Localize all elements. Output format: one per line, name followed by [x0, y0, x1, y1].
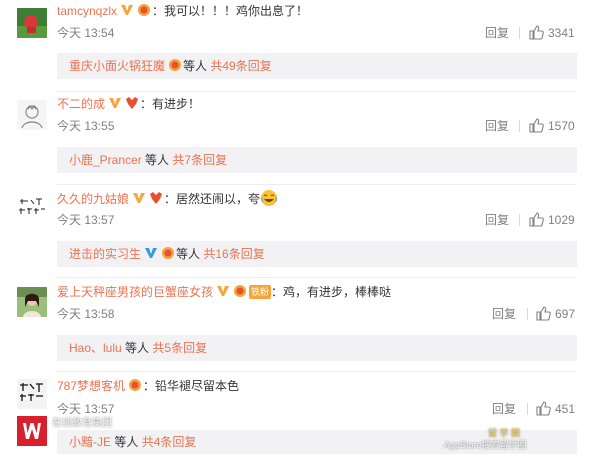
sub-reply-count[interactable]: 共16条回复 — [203, 247, 264, 261]
comment-time: 今天 13:58 — [57, 307, 115, 321]
fan-badge: 铁粉 — [249, 285, 272, 299]
like-button[interactable]: 1029 — [529, 212, 575, 228]
username[interactable]: 787梦想客机 — [57, 379, 125, 393]
like-count: 697 — [555, 307, 576, 321]
avatar[interactable] — [17, 287, 47, 317]
comment-text: ：有进步！ — [140, 97, 201, 111]
watermark-logo — [17, 416, 47, 446]
username[interactable]: 不二的成 — [57, 97, 105, 111]
reply-button[interactable]: 回复 — [492, 306, 516, 322]
like-count: 1029 — [548, 213, 575, 227]
sub-reply-user[interactable]: 小鹿_Prancer — [69, 153, 142, 167]
laugh-emoji-icon — [260, 189, 278, 207]
comment-item: 不二的成 ：有进步！ 今天 13:55 回复 1570 小鹿_Prancer 等人… — [0, 92, 594, 185]
avatar-image — [17, 192, 47, 222]
avatar[interactable] — [17, 100, 47, 130]
reply-button[interactable]: 回复 — [492, 401, 516, 417]
avatar[interactable] — [17, 192, 47, 222]
vip-v-icon — [216, 284, 230, 298]
comment-time: 今天 13:55 — [57, 119, 115, 133]
sub-reply-user[interactable]: Hao、lulu — [69, 341, 122, 355]
thumb-up-icon — [529, 118, 544, 133]
vip-v-icon — [144, 243, 158, 258]
vip-v-icon — [120, 3, 134, 17]
avatar-image — [17, 8, 47, 38]
logo-w-icon — [17, 416, 47, 446]
comment-item: 久久的九姑娘 ：居然还闹以，夸 今天 13:57 回复 1029 进击的实习生 等人… — [0, 185, 594, 278]
avatar-image — [17, 287, 47, 317]
like-count: 3341 — [548, 26, 575, 40]
watermark-text: 在线教育集团 — [52, 418, 112, 429]
thumb-up-icon — [536, 401, 551, 416]
sub-reply-count[interactable]: 共4条回复 — [142, 435, 197, 449]
comment-time: 今天 13:54 — [57, 26, 115, 40]
reply-button[interactable]: 回复 — [485, 25, 509, 41]
sub-reply-suffix: 等人 — [183, 59, 208, 73]
sub-reply-count[interactable]: 共5条回复 — [152, 341, 207, 355]
sub-replies[interactable]: Hao、lulu 等人 共5条回复 — [57, 335, 577, 361]
sub-reply-count[interactable]: 共7条回复 — [172, 153, 227, 167]
sub-replies[interactable]: 重庆小面火锅狂魔 等人 共49条回复 — [57, 53, 577, 79]
sub-reply-suffix: 等人 — [176, 247, 201, 261]
divider — [519, 120, 520, 132]
comment-text: ：居然还闹以，夸 — [164, 192, 261, 206]
watermark-app: AppStore搜索留学圈 — [444, 440, 527, 450]
divider — [527, 308, 528, 320]
sub-reply-count[interactable]: 共49条回复 — [210, 59, 271, 73]
medal-icon — [136, 3, 152, 17]
sub-replies[interactable]: 小鹿_Prancer 等人 共7条回复 — [57, 147, 577, 173]
avatar-image — [17, 379, 47, 409]
like-button[interactable]: 451 — [536, 401, 575, 417]
reply-button[interactable]: 回复 — [485, 118, 509, 134]
like-count: 451 — [555, 402, 576, 416]
sub-replies[interactable]: 进击的实习生 等人 共16条回复 — [57, 241, 577, 267]
avatar[interactable] — [17, 379, 47, 409]
thumb-up-icon — [529, 25, 544, 40]
vip-v-icon — [132, 191, 146, 205]
comment-text: ：我可以！！！鸡你出息了！ — [152, 4, 309, 18]
comment-time: 今天 13:57 — [57, 213, 115, 227]
username[interactable]: 爱上天秤座男孩的巨蟹座女孩 — [57, 285, 213, 299]
sub-reply-suffix: 等人 — [114, 435, 139, 449]
sub-reply-user[interactable]: 重庆小面火锅狂魔 — [69, 59, 165, 73]
username[interactable]: 久久的九姑娘 — [57, 192, 129, 206]
vip-v-icon — [108, 96, 122, 110]
like-button[interactable]: 3341 — [529, 25, 575, 41]
sub-reply-suffix: 等人 — [145, 153, 170, 167]
avatar-image — [17, 100, 47, 130]
sub-reply-user[interactable]: 小黯-JE — [69, 435, 111, 449]
medal-icon — [160, 243, 176, 259]
comment-item: 爱上天秤座男孩的巨蟹座女孩 铁粉 ：鸡，有进步，棒棒哒 今天 13:58 回复 69… — [0, 278, 594, 372]
medal-icon — [148, 191, 164, 205]
divider — [519, 27, 520, 39]
thumb-up-icon — [536, 306, 551, 321]
like-button[interactable]: 1570 — [529, 118, 575, 134]
comment-text: ：鸡，有进步，棒棒哒 — [271, 285, 392, 299]
thumb-up-icon — [529, 212, 544, 227]
medal-icon — [232, 284, 248, 298]
medal-icon — [124, 96, 140, 110]
like-count: 1570 — [548, 119, 575, 133]
avatar[interactable] — [17, 8, 47, 38]
reply-button[interactable]: 回复 — [485, 212, 509, 228]
comment-item: tamcynqzlx ：我可以！！！鸡你出息了！ 今天 13:54 回复 3341… — [0, 0, 594, 92]
medal-icon — [167, 55, 183, 71]
sub-reply-user[interactable]: 进击的实习生 — [69, 247, 141, 261]
like-button[interactable]: 697 — [536, 306, 575, 322]
medal-icon — [127, 378, 143, 392]
divider — [519, 214, 520, 226]
comment-text: ：铅华褪尽留本色 — [143, 379, 240, 393]
sub-reply-suffix: 等人 — [125, 341, 150, 355]
divider — [527, 403, 528, 415]
username[interactable]: tamcynqzlx — [57, 4, 117, 18]
